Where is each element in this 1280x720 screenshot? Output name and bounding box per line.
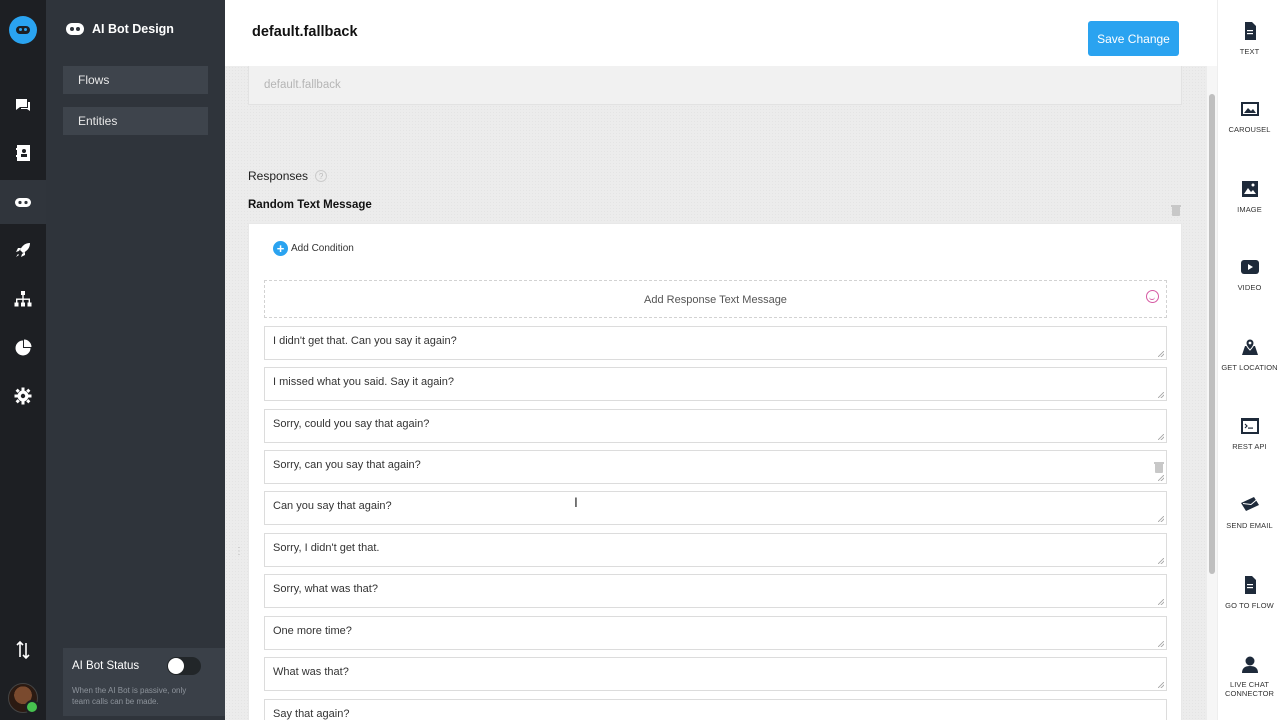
text-document-icon (1244, 22, 1256, 40)
bot-icon[interactable] (0, 180, 46, 224)
component-rest-api[interactable]: REST API (1218, 416, 1280, 451)
response-textarea[interactable]: Say that again? (264, 699, 1167, 720)
response-textarea[interactable]: Can you say that again? (264, 491, 1167, 525)
response-textarea[interactable]: I missed what you said. Say it again? (264, 367, 1167, 401)
response-textarea[interactable]: I didn't get that. Can you say it again? (264, 326, 1167, 360)
save-button[interactable]: Save Change (1088, 21, 1179, 56)
add-condition-label: Add Condition (291, 243, 354, 254)
text-cursor-icon: I (574, 494, 578, 510)
flow-document-icon (1244, 576, 1256, 594)
component-label: LIVE CHAT CONNECTOR (1224, 680, 1275, 698)
video-icon (1240, 260, 1259, 274)
terminal-icon (1240, 418, 1259, 434)
page-header: default.fallback Save Change (225, 0, 1217, 66)
bot-status-help: When the AI Bot is passive, only team ca… (72, 686, 187, 706)
component-get-location[interactable]: GET LOCATION (1218, 337, 1280, 372)
image-icon (1241, 181, 1258, 197)
component-live-chat-connector[interactable]: LIVE CHAT CONNECTOR (1218, 654, 1280, 698)
gear-icon[interactable] (0, 374, 46, 418)
component-label: GET LOCATION (1221, 363, 1278, 372)
transfer-icon[interactable] (0, 628, 46, 672)
page-title: default.fallback (252, 24, 358, 40)
component-label: CAROUSEL (1228, 125, 1271, 134)
component-label: SEND EMAIL (1226, 521, 1273, 530)
icon-rail (0, 0, 46, 720)
help-icon[interactable]: ? (315, 170, 328, 182)
sidebar-title: AI Bot Design (92, 22, 174, 36)
components-panel: TEXT CAROUSEL IMAGE VIDEO GET LOCATION R… (1217, 0, 1280, 720)
delete-block-icon[interactable] (1171, 205, 1181, 216)
random-text-card: + Add Condition Add Response Text Messag… (248, 223, 1182, 720)
component-video[interactable]: VIDEO (1218, 257, 1280, 292)
bot-status-toggle[interactable] (167, 657, 201, 675)
bot-status-label: AI Bot Status (72, 660, 140, 672)
response-textarea[interactable]: What was that? (264, 657, 1167, 691)
hierarchy-icon[interactable] (0, 277, 46, 321)
bot-icon (66, 23, 84, 35)
component-label: GO TO FLOW (1225, 601, 1274, 610)
response-textarea[interactable]: Sorry, can you say that again? (264, 450, 1167, 484)
location-icon (1241, 338, 1258, 355)
carousel-icon (1240, 102, 1259, 116)
rocket-icon[interactable] (0, 228, 46, 272)
add-response-input[interactable]: Add Response Text Message (264, 280, 1167, 318)
add-condition-button[interactable]: + Add Condition (273, 241, 354, 256)
avatar[interactable] (8, 683, 39, 714)
sidebar-item-flows[interactable]: Flows (63, 66, 208, 94)
component-label: IMAGE (1237, 205, 1262, 214)
component-label: VIDEO (1237, 283, 1262, 292)
delete-response-icon[interactable] (1154, 462, 1164, 473)
contacts-icon[interactable] (0, 131, 46, 175)
component-text[interactable]: TEXT (1218, 21, 1280, 56)
scrollbar[interactable] (1207, 66, 1217, 720)
emoji-icon[interactable] (1146, 290, 1159, 303)
logo-icon[interactable] (9, 16, 37, 44)
sidebar-item-entities[interactable]: Entities (63, 107, 208, 135)
editor-area: default.fallback Responses ? Random Text… (225, 66, 1217, 720)
responses-label-text: Responses (248, 169, 309, 183)
agent-icon (1241, 656, 1258, 673)
intent-name-field[interactable]: default.fallback (248, 66, 1182, 105)
component-label: REST API (1232, 442, 1267, 451)
response-textarea[interactable]: Sorry, could you say that again? (264, 409, 1167, 443)
component-carousel[interactable]: CAROUSEL (1218, 99, 1280, 134)
component-label: TEXT (1239, 47, 1260, 56)
response-textarea[interactable]: Sorry, I didn't get that. (264, 533, 1167, 567)
chat-icon[interactable] (0, 83, 46, 127)
bot-design-sidebar: AI Bot Design Flows Entities AI Bot Stat… (46, 0, 256, 720)
component-go-to-flow[interactable]: GO TO FLOW (1218, 575, 1280, 610)
drag-handle-icon[interactable]: ⋮ (234, 546, 244, 560)
add-response-placeholder: Add Response Text Message (644, 294, 787, 306)
email-icon (1240, 497, 1259, 511)
block-title: Random Text Message (248, 199, 372, 211)
response-textarea[interactable]: Sorry, what was that? (264, 574, 1167, 608)
component-send-email[interactable]: SEND EMAIL (1218, 495, 1280, 530)
plus-icon: + (273, 241, 288, 256)
scrollbar-thumb[interactable] (1209, 94, 1215, 574)
response-textarea[interactable]: One more time? (264, 616, 1167, 650)
pie-chart-icon[interactable] (0, 325, 46, 369)
sidebar-brand: AI Bot Design (66, 22, 174, 36)
responses-label: Responses ? (248, 169, 328, 183)
component-image[interactable]: IMAGE (1218, 179, 1280, 214)
